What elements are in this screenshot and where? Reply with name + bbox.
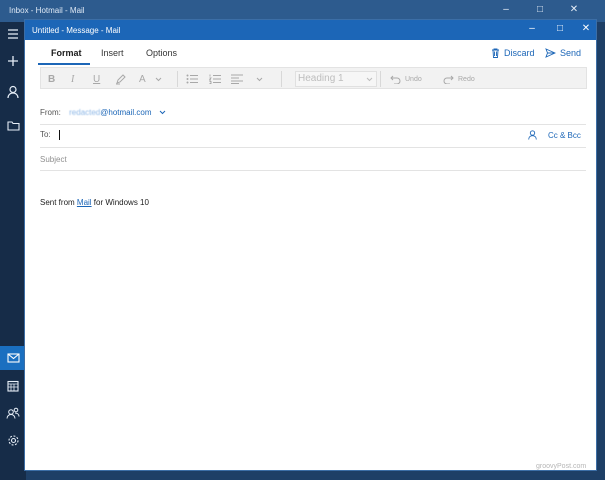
from-address-redacted: redacted — [69, 108, 101, 117]
underline-button[interactable]: U — [93, 72, 100, 86]
italic-button[interactable]: I — [71, 72, 74, 86]
mail-icon — [6, 353, 20, 363]
from-label: From: — [40, 108, 61, 117]
text-cursor — [58, 130, 60, 140]
toolbar-separator — [380, 71, 381, 87]
background-maximize-button[interactable]: □ — [533, 4, 547, 16]
bullet-list-icon — [186, 74, 198, 84]
chevron-down-icon — [159, 110, 166, 115]
subject-input[interactable]: Subject — [40, 155, 586, 164]
compose-maximize-button[interactable]: □ — [553, 23, 567, 35]
compose-window: Untitled - Message - Mail – □ ✕ Format I… — [24, 19, 597, 471]
cc-bcc-button[interactable]: Cc & Bcc — [548, 131, 581, 140]
account-button[interactable] — [0, 80, 26, 104]
from-account-selector[interactable]: redacted@hotmail.com — [69, 108, 166, 117]
style-dropdown-value: Heading 1 — [298, 73, 344, 84]
compose-minimize-button[interactable]: – — [525, 23, 539, 35]
to-input[interactable] — [53, 130, 60, 140]
numbered-list-icon — [209, 74, 221, 84]
chevron-down-icon — [366, 77, 373, 81]
font-options-dropdown[interactable] — [155, 72, 162, 86]
chevron-down-icon — [155, 77, 162, 81]
send-button[interactable]: Send — [545, 48, 581, 58]
discard-button[interactable]: Discard — [491, 48, 535, 58]
align-left-icon — [231, 74, 243, 84]
contacts-picker-button[interactable] — [528, 130, 537, 142]
settings-icon — [7, 434, 19, 446]
signature-prefix: Sent from — [40, 198, 77, 207]
redo-icon — [443, 75, 454, 84]
toolbar-separator — [177, 71, 178, 87]
to-label: To: — [40, 130, 51, 140]
message-body[interactable]: Sent from Mail for Windows 10 — [40, 198, 149, 207]
chevron-down-icon — [256, 77, 263, 81]
compose-title-bar[interactable]: Untitled - Message - Mail – □ ✕ — [25, 20, 596, 40]
people-nav-button[interactable] — [0, 401, 26, 425]
new-mail-icon — [8, 56, 18, 66]
signature-suffix: for Windows 10 — [91, 198, 149, 207]
new-mail-button[interactable] — [0, 49, 26, 73]
background-minimize-button[interactable]: – — [499, 4, 513, 16]
folder-icon — [6, 120, 20, 131]
bold-button[interactable]: B — [48, 72, 55, 86]
people-icon — [6, 407, 20, 419]
mail-app-link[interactable]: Mail — [77, 198, 92, 207]
discard-label: Discard — [504, 48, 535, 58]
style-dropdown[interactable]: Heading 1 — [295, 71, 377, 87]
active-tab-indicator — [38, 63, 90, 65]
trash-icon — [492, 48, 499, 58]
numbering-button[interactable] — [209, 72, 221, 86]
paragraph-align-button[interactable] — [231, 72, 243, 86]
calendar-nav-button[interactable] — [0, 374, 26, 398]
style-dropdown-chevron[interactable] — [366, 72, 373, 86]
to-row: To: Cc & Bcc — [40, 130, 586, 144]
highlight-button[interactable] — [115, 72, 126, 86]
field-divider — [40, 147, 586, 148]
highlighter-icon — [116, 73, 126, 84]
field-divider — [40, 124, 586, 125]
bullets-button[interactable] — [186, 72, 198, 86]
background-window-title: Inbox - Hotmail - Mail — [9, 6, 85, 15]
account-icon — [7, 85, 19, 99]
toolbar-separator — [281, 71, 282, 87]
undo-icon — [390, 75, 401, 84]
hamburger-menu-icon — [8, 29, 18, 39]
send-icon — [545, 48, 556, 58]
compose-window-title: Untitled - Message - Mail — [32, 26, 121, 35]
watermark: groovyPost.com — [536, 463, 587, 470]
redo-label: Redo — [458, 75, 475, 83]
undo-button[interactable]: Undo — [390, 72, 422, 86]
compose-close-button[interactable]: ✕ — [579, 23, 593, 35]
tab-format[interactable]: Format — [51, 48, 82, 58]
redo-button[interactable]: Redo — [443, 72, 475, 86]
from-row: From: redacted@hotmail.com — [40, 108, 586, 117]
background-close-button[interactable]: ✕ — [567, 4, 581, 16]
mail-nav-button[interactable] — [0, 346, 26, 370]
paragraph-options-dropdown[interactable] — [256, 72, 263, 86]
tab-options[interactable]: Options — [146, 48, 177, 58]
field-divider — [40, 170, 586, 171]
font-color-button[interactable]: A — [139, 72, 146, 86]
settings-nav-button[interactable] — [0, 428, 26, 452]
person-icon — [528, 130, 537, 140]
sidebar — [0, 22, 26, 480]
tab-insert[interactable]: Insert — [101, 48, 124, 58]
undo-label: Undo — [405, 75, 422, 83]
folders-button[interactable] — [0, 113, 26, 137]
format-toolbar: B I U A Heading 1 Undo Redo — [40, 67, 587, 89]
from-address-domain: @hotmail.com — [100, 108, 152, 117]
calendar-icon — [7, 380, 19, 392]
send-label: Send — [560, 48, 582, 58]
hamburger-menu-button[interactable] — [0, 22, 26, 46]
